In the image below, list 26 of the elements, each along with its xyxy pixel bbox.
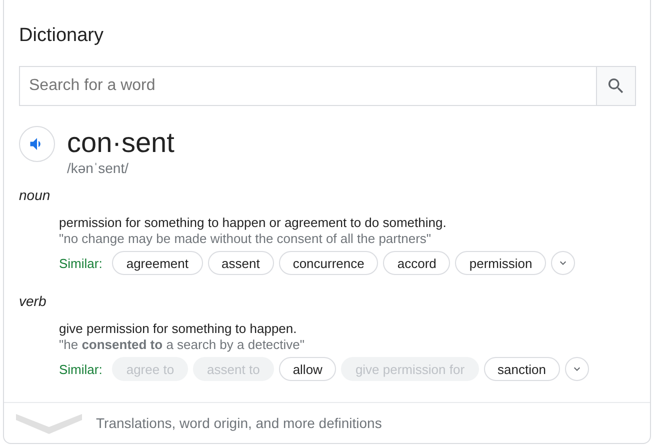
more-definitions-link[interactable]: Translations, word origin, and more definitions (96, 415, 382, 431)
part-of-speech: noun (19, 186, 52, 204)
synonym-chip[interactable]: accord (383, 251, 450, 275)
similar-label: Similar: (59, 362, 102, 376)
similar-label: Similar: (59, 256, 102, 270)
part-of-speech: verb (19, 292, 48, 310)
headword: con·sent (67, 126, 174, 160)
speaker-button[interactable] (19, 126, 55, 162)
phonetic-text: /kənˈsent/ (67, 160, 130, 176)
search-button[interactable] (596, 66, 636, 106)
synonym-chip[interactable]: concurrence (278, 251, 378, 275)
example-text: "no change may be made without the consent of all the partners" (59, 231, 432, 246)
synonym-chip[interactable]: allow (278, 357, 336, 381)
search-icon (606, 76, 626, 96)
definition-text: give permission for something to happen. (59, 321, 298, 337)
synonym-chip[interactable]: assent (208, 251, 274, 275)
example-text: "he consented to a search by a detective" (59, 337, 306, 352)
definition-text: permission for something to happen or agreement to do something. (59, 215, 448, 231)
synonym-chip[interactable]: permission (455, 251, 546, 275)
expand-button[interactable] (551, 251, 576, 275)
search-field[interactable]: Search for a word (19, 66, 596, 106)
chevron-down-icon[interactable] (16, 412, 82, 434)
synonym-chip[interactable]: sanction (484, 357, 560, 381)
card-title: Dictionary (19, 25, 104, 48)
expand-button[interactable] (564, 357, 589, 381)
synonym-chip[interactable]: agreement (112, 251, 202, 275)
